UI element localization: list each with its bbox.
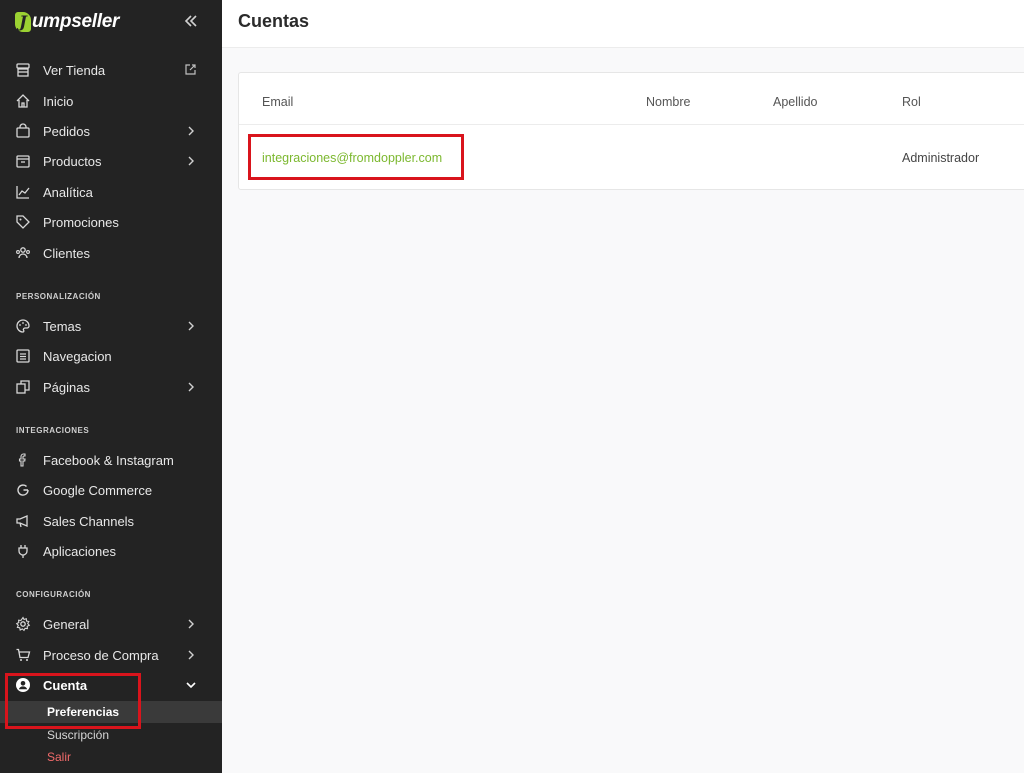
highlight-box-email xyxy=(248,134,464,180)
column-header-apellido[interactable]: Apellido xyxy=(773,95,817,109)
sidebar-item-productos[interactable]: Productos xyxy=(0,146,222,176)
sidebar-item-label: Páginas xyxy=(43,379,90,395)
facebook-icon xyxy=(15,452,31,468)
sub-item-label: Suscripción xyxy=(47,728,110,742)
home-icon xyxy=(15,93,31,109)
page-title: Cuentas xyxy=(238,11,310,31)
chevron-right-icon xyxy=(184,154,198,168)
sidebar-item-clientes[interactable]: Clientes xyxy=(0,238,222,268)
logo-text: umpseller xyxy=(32,11,120,32)
sub-item-label: Salir xyxy=(47,750,72,764)
sidebar-item-label: Google Commerce xyxy=(43,482,153,498)
plug-icon xyxy=(15,543,31,559)
chevron-right-icon xyxy=(184,380,198,394)
section-title-personalizacion: PERSONALIZACIÓN xyxy=(16,292,101,301)
store-icon xyxy=(15,62,31,78)
tag-icon xyxy=(15,214,31,230)
gear-icon xyxy=(15,616,31,632)
sidebar-item-label: Ver Tienda xyxy=(43,62,106,78)
account-rol: Administrador xyxy=(902,151,980,165)
sidebar-item-paginas[interactable]: Páginas xyxy=(0,372,222,402)
chevron-down-icon xyxy=(184,678,198,692)
column-header-nombre[interactable]: Nombre xyxy=(646,95,690,109)
sidebar-item-sales-channels[interactable]: Sales Channels xyxy=(0,506,222,536)
sidebar-item-facebook-instagram[interactable]: Facebook & Instagram xyxy=(0,445,222,475)
google-icon xyxy=(15,482,31,498)
sidebar-item-label: Analítica xyxy=(43,184,93,200)
sidebar-item-label: Clientes xyxy=(43,245,90,261)
sidebar-item-label: Sales Channels xyxy=(43,513,135,529)
sub-item-salir[interactable]: Salir xyxy=(0,746,222,768)
sidebar-item-label: Promociones xyxy=(43,214,119,230)
sidebar-item-google-commerce[interactable]: Google Commerce xyxy=(0,475,222,505)
sidebar-item-proceso-de-compra[interactable]: Proceso de Compra xyxy=(0,640,222,670)
jumpseller-logo[interactable]: J umpseller xyxy=(15,10,119,34)
column-header-rol[interactable]: Rol xyxy=(902,95,921,109)
chevron-right-icon xyxy=(184,319,198,333)
sidebar-item-label: Inicio xyxy=(43,93,74,109)
sidebar-item-label: Navegacion xyxy=(43,348,112,364)
sidebar-item-navegacion[interactable]: Navegacion xyxy=(0,341,222,371)
sidebar-item-promociones[interactable]: Promociones xyxy=(0,207,222,237)
box-icon xyxy=(15,153,31,169)
sidebar-item-label: Aplicaciones xyxy=(43,543,116,559)
logo-mark: J xyxy=(15,12,31,32)
row-divider xyxy=(239,124,1024,125)
double-chevron-left-icon xyxy=(184,15,197,27)
chevron-right-icon xyxy=(184,124,198,138)
cart-icon xyxy=(15,647,31,663)
sidebar-item-label: Facebook & Instagram xyxy=(43,452,174,468)
external-link-icon xyxy=(184,63,197,76)
chevron-right-icon xyxy=(184,648,198,662)
section-title-configuracion: CONFIGURACIÓN xyxy=(16,590,91,599)
sidebar-item-label: Proceso de Compra xyxy=(43,647,159,663)
sidebar-item-ver-tienda[interactable]: Ver Tienda xyxy=(0,55,222,85)
palette-icon xyxy=(15,318,31,334)
sidebar-item-label: Pedidos xyxy=(43,123,90,139)
sidebar-item-label: Productos xyxy=(43,153,102,169)
highlight-box-cuenta xyxy=(5,673,141,729)
sidebar: J umpseller Ver Tienda Inicio Pedidos Pr… xyxy=(0,0,222,773)
column-header-email[interactable]: Email xyxy=(262,95,293,109)
users-icon xyxy=(15,245,31,261)
sidebar-item-inicio[interactable]: Inicio xyxy=(0,86,222,116)
topbar: Cuentas xyxy=(222,0,1024,48)
shopping-bag-icon xyxy=(15,123,31,139)
sidebar-item-analitica[interactable]: Analítica xyxy=(0,177,222,207)
list-icon xyxy=(15,348,31,364)
sidebar-item-label: Temas xyxy=(43,318,82,334)
sidebar-item-label: General xyxy=(43,616,90,632)
sidebar-item-aplicaciones[interactable]: Aplicaciones xyxy=(0,536,222,566)
sidebar-item-general[interactable]: General xyxy=(0,609,222,639)
megaphone-icon xyxy=(15,513,31,529)
collapse-sidebar-button[interactable] xyxy=(180,10,202,32)
sidebar-item-pedidos[interactable]: Pedidos xyxy=(0,116,222,146)
line-chart-icon xyxy=(15,184,31,200)
pages-icon xyxy=(15,379,31,395)
chevron-right-icon xyxy=(184,617,198,631)
section-title-integraciones: INTEGRACIONES xyxy=(16,426,90,435)
sidebar-item-temas[interactable]: Temas xyxy=(0,311,222,341)
